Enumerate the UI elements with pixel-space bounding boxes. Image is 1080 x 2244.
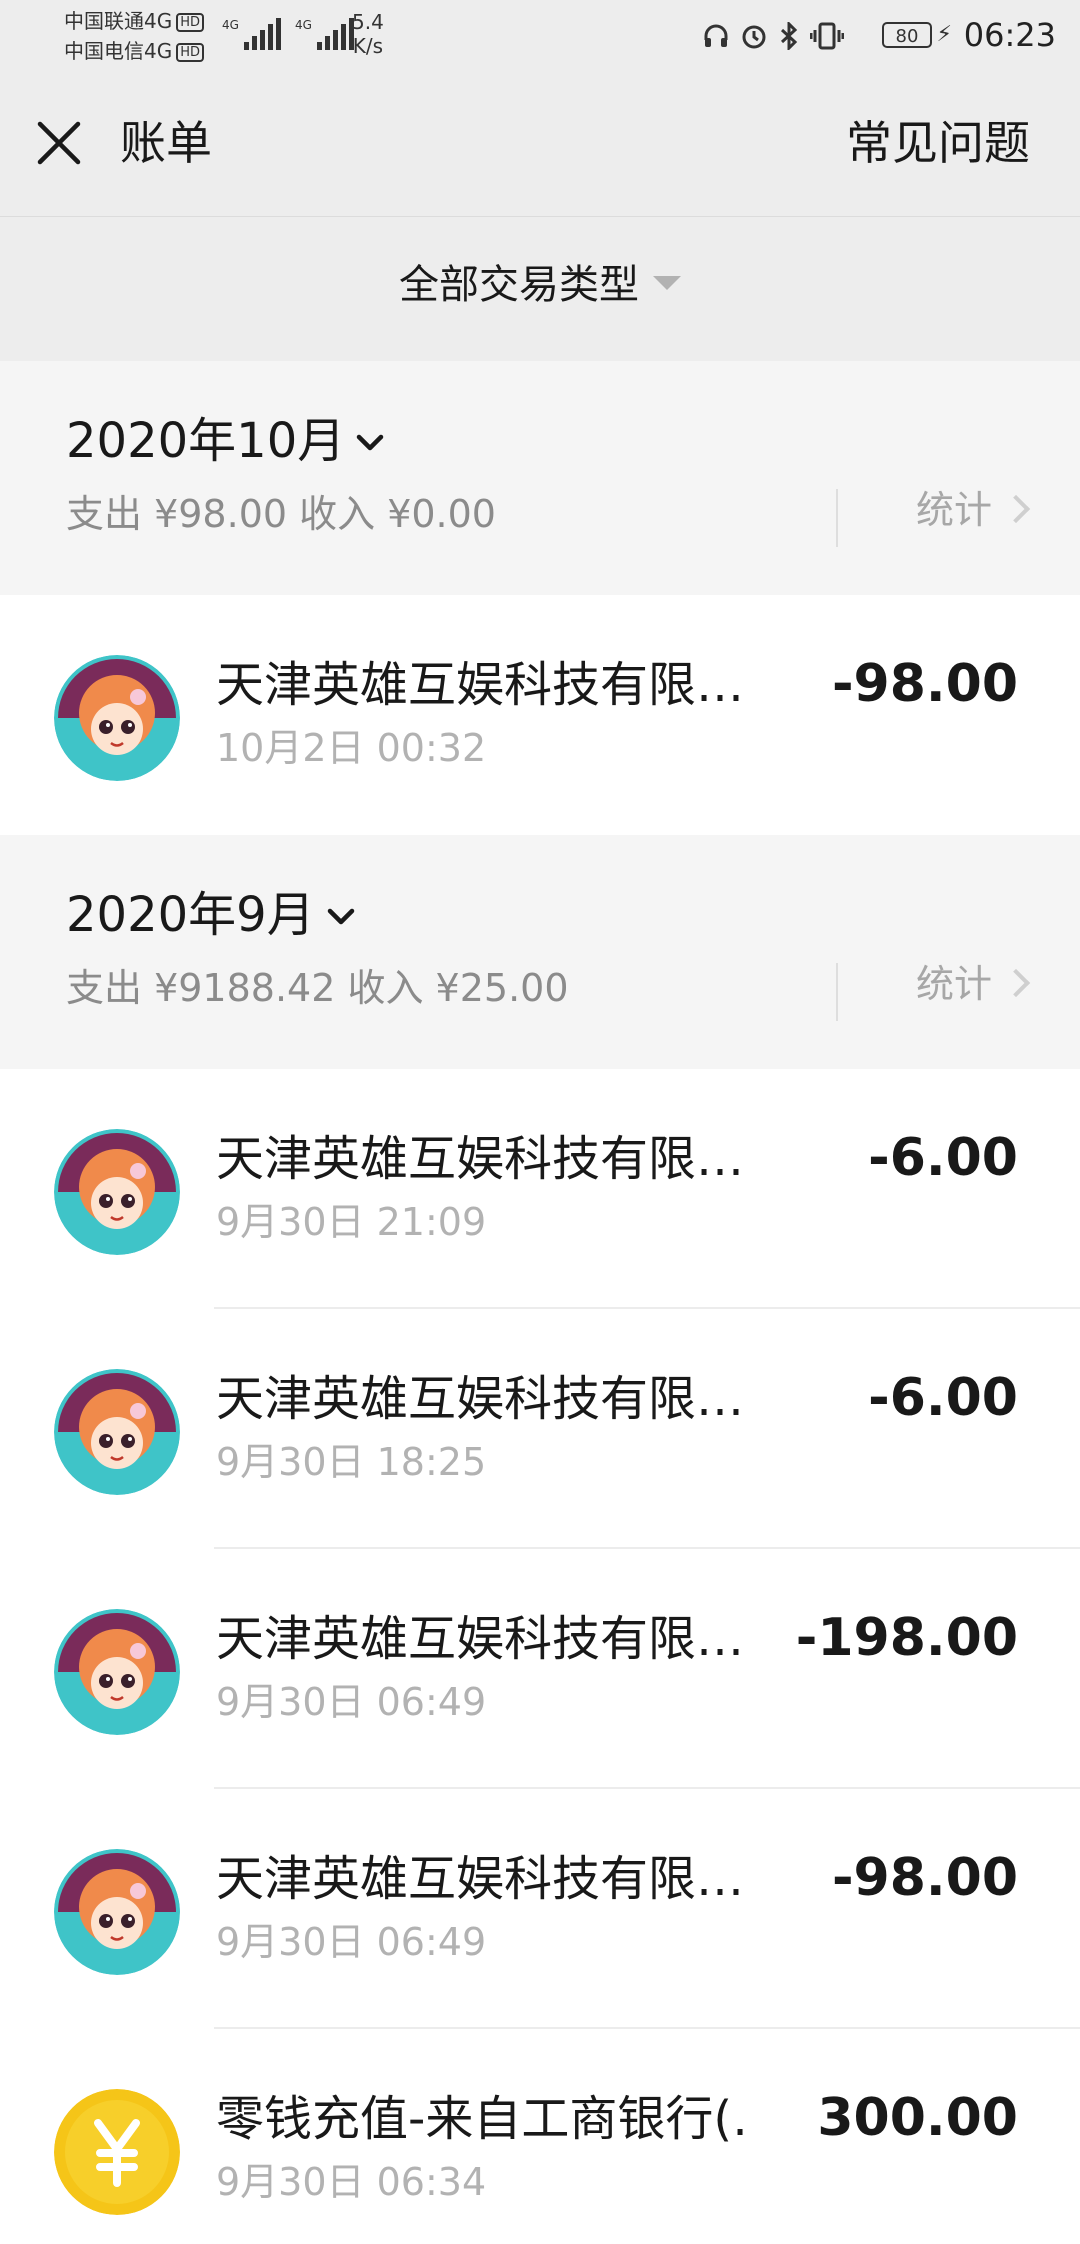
- game-avatar-icon: [54, 1129, 180, 1255]
- bluetooth-icon: [780, 22, 798, 50]
- status-bar: 中国联通4G HD 中国电信4G HD 4G 4G 5.4 K/s 80 ⚡ 06:…: [0, 0, 1080, 72]
- transaction-row[interactable]: 天津英雄互娱科技有限… 9月30日 06:49 -98.00: [0, 1789, 1080, 2029]
- merchant-name: 天津英雄互娱科技有限…: [216, 1371, 745, 1427]
- transaction-time: 10月2日 00:32: [216, 726, 487, 770]
- stats-label: 统计: [915, 488, 992, 532]
- carrier-2: 中国电信4G: [64, 39, 173, 63]
- signal-strength-icon: 4G: [222, 18, 281, 50]
- transaction-time: 9月30日 06:49: [216, 1920, 487, 1964]
- transaction-row[interactable]: 零钱充值-来自工商银行(… 9月30日 06:34 300.00: [0, 2029, 1080, 2244]
- signal-strength-icon: 4G: [295, 18, 354, 50]
- chevron-down-icon[interactable]: [355, 431, 385, 455]
- page-title: 账单: [120, 116, 212, 170]
- caret-down-icon: [653, 276, 681, 290]
- carrier-info: 中国联通4G HD 中国电信4G HD: [64, 6, 205, 66]
- status-time: 06:23: [963, 16, 1056, 54]
- speed-value: 5.4: [352, 10, 384, 34]
- transaction-amount: -98.00: [831, 654, 1018, 714]
- transaction-row[interactable]: 天津英雄互娱科技有限… 10月2日 00:32 -98.00: [0, 595, 1080, 835]
- transaction-row[interactable]: 天津英雄互娱科技有限… 9月30日 21:09 -6.00: [0, 1069, 1080, 1309]
- signal-icons: 4G 4G: [222, 18, 354, 50]
- network-type: 4G: [222, 18, 239, 32]
- month-title: 2020年10月: [66, 413, 346, 469]
- stats-label: 统计: [915, 962, 992, 1006]
- month-picker[interactable]: 2020年9月: [66, 885, 315, 945]
- filter-label: 全部交易类型: [399, 262, 639, 308]
- battery-icon: 80: [882, 22, 932, 48]
- chevron-right-icon: [1001, 968, 1031, 998]
- speed-unit: K/s: [352, 34, 384, 58]
- game-avatar-icon: [54, 1609, 180, 1735]
- app-header: 账单 常见问题: [0, 72, 1080, 217]
- month-picker[interactable]: 2020年10月: [66, 411, 345, 471]
- transaction-row[interactable]: 天津英雄互娱科技有限… 9月30日 06:49 -198.00: [0, 1549, 1080, 1789]
- yuan-coin-icon: [54, 2089, 180, 2215]
- game-avatar-icon: [54, 1849, 180, 1975]
- month-title: 2020年9月: [66, 887, 315, 943]
- network-type: 4G: [294, 18, 312, 32]
- hd-badge: HD: [176, 13, 205, 32]
- alarm-icon: [742, 25, 766, 49]
- transaction-time: 9月30日 06:34: [216, 2160, 487, 2204]
- carrier-1: 中国联通4G: [64, 9, 173, 33]
- hd-badge: HD: [176, 43, 205, 62]
- merchant-name: 天津英雄互娱科技有限…: [216, 657, 745, 713]
- merchant-name: 天津英雄互娱科技有限…: [216, 1131, 745, 1187]
- stats-link[interactable]: 统计: [915, 959, 1031, 1009]
- game-avatar-icon: [54, 1369, 180, 1495]
- transaction-amount: 300.00: [817, 2088, 1018, 2148]
- month-summary: 支出 ¥9188.42 收入 ¥25.00: [66, 966, 569, 1010]
- headphones-icon: [704, 24, 728, 47]
- transaction-time: 9月30日 06:49: [216, 1680, 487, 1724]
- merchant-name: 天津英雄互娱科技有限…: [216, 1851, 745, 1907]
- chevron-right-icon: [1001, 494, 1031, 524]
- transaction-type-filter: 全部交易类型: [0, 217, 1080, 361]
- chevron-down-icon[interactable]: [326, 905, 356, 929]
- merchant-name: 天津英雄互娱科技有限…: [216, 1611, 745, 1667]
- transaction-row[interactable]: 天津英雄互娱科技有限… 9月30日 18:25 -6.00: [0, 1309, 1080, 1549]
- charging-icon: ⚡: [936, 22, 952, 47]
- month-summary: 支出 ¥98.00 收入 ¥0.00: [66, 492, 496, 536]
- transaction-type-dropdown[interactable]: 全部交易类型: [399, 255, 681, 315]
- stats-link[interactable]: 统计: [915, 485, 1031, 535]
- transaction-amount: -98.00: [831, 1848, 1018, 1908]
- month-header: 2020年10月 支出 ¥98.00 收入 ¥0.00 统计: [0, 361, 1080, 595]
- merchant-name: 零钱充值-来自工商银行(…: [216, 2091, 746, 2147]
- game-avatar-icon: [54, 655, 180, 781]
- transaction-amount: -6.00: [868, 1368, 1018, 1428]
- faq-link[interactable]: 常见问题: [846, 114, 1030, 172]
- transaction-amount: -198.00: [795, 1608, 1018, 1668]
- close-icon[interactable]: [34, 118, 84, 168]
- network-speed: 5.4 K/s: [352, 10, 384, 58]
- vibrate-icon: [810, 22, 844, 50]
- transaction-time: 9月30日 21:09: [216, 1200, 487, 1244]
- divider: [836, 963, 838, 1021]
- transaction-time: 9月30日 18:25: [216, 1440, 487, 1484]
- transaction-amount: -6.00: [868, 1128, 1018, 1188]
- month-header: 2020年9月 支出 ¥9188.42 收入 ¥25.00 统计: [0, 835, 1080, 1069]
- system-icons: [702, 22, 844, 50]
- divider: [836, 489, 838, 547]
